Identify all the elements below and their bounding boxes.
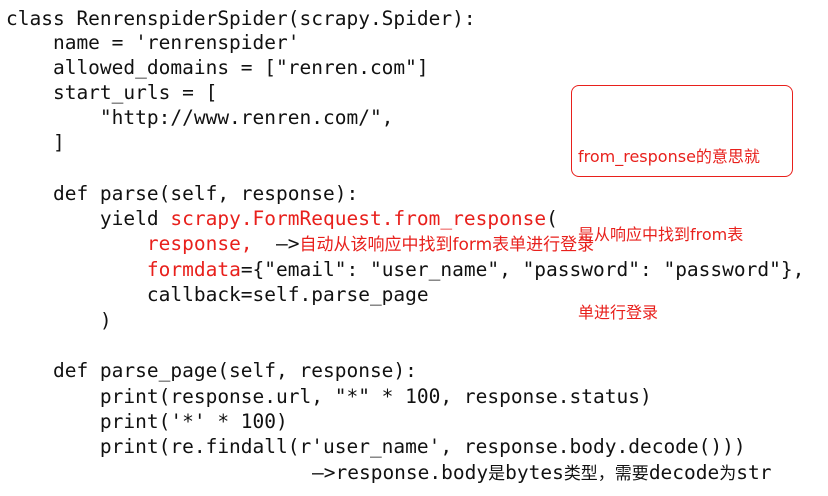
annotation-line-3: 单进行登录 — [578, 303, 659, 322]
decode-note-d: 类型，需要 — [563, 464, 649, 484]
decode-note-f: 为 — [719, 464, 737, 484]
code-line-start-urls: start_urls = [ — [6, 81, 218, 104]
code-line-close-paren: ) — [6, 309, 112, 332]
code-inline-note: 自动从该响应中找到form表单进行登录 — [299, 235, 595, 255]
code-line-response-arg: response, —>自动从该响应中找到form表单进行登录 — [6, 231, 594, 257]
code-line-decode-note: —>response.body是bytes类型，需要decode为str — [312, 460, 772, 486]
code-line-print-stars: print('*' * 100) — [6, 410, 288, 433]
annotation-box: from_response的意思就 是从响应中找到from表 单进行登录 — [571, 85, 793, 322]
code-line-print-url: print(response.url, "*" * 100, response.… — [6, 385, 652, 408]
annotation-line-1: from_response的意思就 — [578, 147, 760, 166]
code-line-url: "http://www.renren.com/", — [6, 106, 394, 129]
code-line-yield: yield scrapy.FormRequest.from_response( — [6, 206, 558, 232]
annotation-line-2: 是从响应中找到from表 — [578, 225, 744, 244]
decode-note-b: 是 — [488, 464, 506, 484]
code-line-def-parse-page: def parse_page(self, response): — [6, 359, 417, 382]
decode-note-a: response.body — [335, 461, 489, 484]
code-response-arg: response, — [146, 232, 253, 255]
code-form-request-call: scrapy.FormRequest.from_response — [170, 207, 547, 230]
code-line-callback: callback=self.parse_page — [6, 283, 429, 306]
decode-arrow: —> — [312, 461, 336, 484]
decode-note-e: decode — [648, 461, 720, 484]
code-line-allowed-domains: allowed_domains = ["renren.com"] — [6, 56, 429, 79]
decode-note-g: str — [736, 461, 772, 484]
code-yield-paren: ( — [546, 207, 558, 230]
decode-note-c: bytes — [505, 461, 564, 484]
code-line-print-findall: print(re.findall(r'user_name', response.… — [6, 435, 746, 458]
code-line-bracket: ] — [6, 131, 65, 154]
code-formdata-kw: formdata — [146, 258, 241, 281]
code-line-class: class RenrenspiderSpider(scrapy.Spider): — [6, 7, 476, 30]
code-line-name: name = 'renrenspider' — [6, 31, 300, 54]
code-line-def-parse: def parse(self, response): — [6, 182, 359, 205]
code-arrow: —> — [252, 232, 300, 255]
code-yield-prefix: yield — [6, 207, 171, 230]
